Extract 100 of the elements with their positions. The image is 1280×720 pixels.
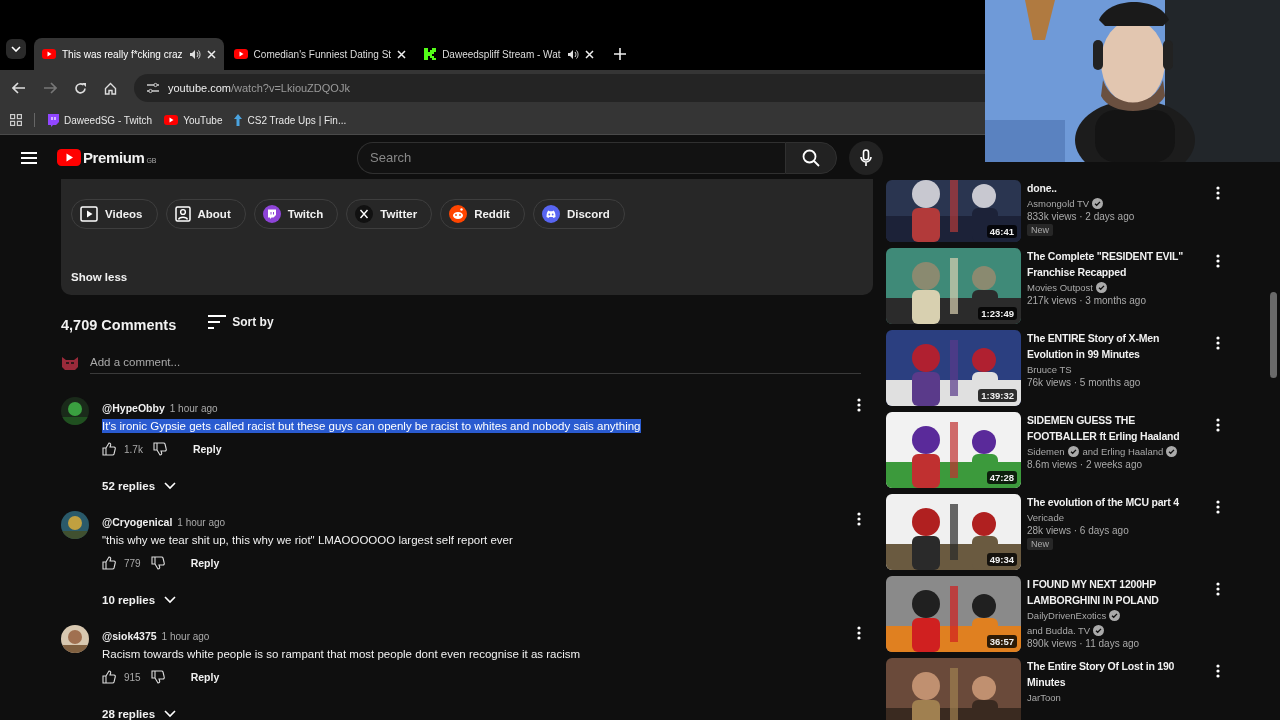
replies-toggle[interactable]: 10 replies xyxy=(102,594,177,606)
video-duration: 47:28 xyxy=(986,471,1017,484)
speaker-icon[interactable] xyxy=(188,48,201,60)
video-title[interactable]: SIDEMEN GUESS THE FOOTBALLER ft Erling Haaland xyxy=(1027,412,1200,444)
channel-name[interactable]: Vericade xyxy=(1027,512,1064,523)
comment-text: Racism towards white people is so rampant that most people dont even recognise it as racism xyxy=(102,647,581,661)
thumbs-up-icon[interactable] xyxy=(102,556,116,570)
site-settings-icon[interactable] xyxy=(146,82,160,94)
video-duration: 1:23:49 xyxy=(978,307,1017,320)
play-logo-icon xyxy=(57,149,81,166)
site-icon xyxy=(424,48,437,60)
video-title[interactable]: I FOUND MY NEXT 1200HP LAMBORGHINI IN POLAND xyxy=(1027,576,1200,608)
speaker-icon[interactable] xyxy=(566,48,579,60)
more-options-icon[interactable] xyxy=(857,512,861,526)
channel-link-button[interactable]: Reddit xyxy=(440,199,525,229)
video-stats: 8.6m views · 2 weeks ago xyxy=(1027,459,1143,470)
thumbs-up-icon[interactable] xyxy=(102,670,116,684)
controller-icon xyxy=(541,205,560,223)
forward-icon[interactable] xyxy=(43,82,57,94)
apps-grid-icon[interactable] xyxy=(10,114,22,126)
comment-time: 1 hour ago xyxy=(177,517,226,528)
menu-icon[interactable] xyxy=(21,151,37,164)
more-options-icon[interactable] xyxy=(1216,186,1220,200)
comment-time: 1 hour ago xyxy=(169,403,218,414)
reply-button[interactable]: Reply xyxy=(174,443,230,455)
video-title[interactable]: The evolution of the MCU part 4 xyxy=(1027,494,1179,510)
channel-name[interactable]: and Budda. TV xyxy=(1027,625,1091,636)
close-icon[interactable] xyxy=(397,49,407,59)
browser-tab[interactable]: This was really f*cking craz xyxy=(34,38,224,70)
more-options-icon[interactable] xyxy=(1216,336,1220,350)
more-options-icon[interactable] xyxy=(857,398,861,412)
browser-tab[interactable]: Daweedspliff Stream - Wat xyxy=(416,38,602,70)
scrollbar-thumb[interactable] xyxy=(1270,292,1277,378)
comment-author[interactable]: @Cryogenical xyxy=(102,516,173,528)
replies-toggle[interactable]: 28 replies xyxy=(102,708,177,720)
channel-name[interactable]: Bruuce TS xyxy=(1027,364,1072,375)
new-badge: New xyxy=(1027,538,1053,550)
tab-title: This was really f*cking craz xyxy=(62,48,183,60)
play-logo-icon xyxy=(164,115,179,125)
more-options-icon[interactable] xyxy=(1216,500,1220,514)
reply-button[interactable]: Reply xyxy=(172,557,228,569)
video-title[interactable]: done.. xyxy=(1027,180,1057,196)
reload-icon[interactable] xyxy=(74,81,87,95)
channel-name[interactable]: Asmongold TV xyxy=(1027,198,1090,209)
close-icon[interactable] xyxy=(206,49,216,59)
video-title[interactable]: The Entire Story Of Lost in 190 Minutes xyxy=(1027,658,1200,690)
sort-button[interactable]: Sort by xyxy=(208,315,274,329)
person-icon xyxy=(174,206,191,222)
chat-bubble-icon xyxy=(262,205,281,223)
channel-link-button[interactable]: Twitch xyxy=(253,199,339,229)
channel-name[interactable]: JarToon xyxy=(1027,692,1061,703)
new-tab-icon[interactable] xyxy=(613,48,626,60)
more-options-icon[interactable] xyxy=(1216,418,1220,432)
more-options-icon[interactable] xyxy=(857,626,861,640)
thumbs-down-icon[interactable] xyxy=(152,442,167,456)
thumbs-up-icon[interactable] xyxy=(102,442,116,456)
more-options-icon[interactable] xyxy=(1216,254,1220,268)
comment-input-field[interactable]: Add a comment... xyxy=(90,351,861,374)
comment-author[interactable]: @siok4375 xyxy=(102,630,157,642)
chevron-down-icon xyxy=(164,596,177,604)
video-title[interactable]: The ENTIRE Story of X-Men Evolution in 99 Minutes xyxy=(1027,330,1200,362)
more-options-icon[interactable] xyxy=(1216,664,1220,678)
video-title[interactable]: The Complete "RESIDENT EVIL" Franchise Recapped xyxy=(1027,248,1200,280)
tab-title: Comedian's Funniest Dating St xyxy=(253,48,392,60)
bookmark[interactable]: CS2 Trade Ups | Fin... xyxy=(234,114,347,126)
thumbs-down-icon[interactable] xyxy=(150,670,165,684)
microphone-button[interactable] xyxy=(849,140,883,175)
channel-name[interactable]: Movies Outpost xyxy=(1027,282,1093,293)
comment-time: 1 hour ago xyxy=(161,631,210,642)
home-icon[interactable] xyxy=(104,81,117,95)
tab-search-button[interactable] xyxy=(6,39,26,59)
thumbs-down-icon[interactable] xyxy=(150,556,165,570)
reply-button[interactable]: Reply xyxy=(172,671,228,683)
bookmark[interactable]: YouTube xyxy=(164,114,223,126)
comment-author[interactable]: @HypeObby xyxy=(102,402,165,414)
comment-count: 4,709 Comments xyxy=(61,317,177,333)
chat-bubble-icon xyxy=(47,113,59,127)
replies-toggle[interactable]: 52 replies xyxy=(102,480,177,492)
search-field[interactable]: Search xyxy=(357,141,785,174)
show-less-button[interactable]: Show less xyxy=(71,271,128,283)
like-count: 915 xyxy=(124,671,141,683)
more-options-icon[interactable] xyxy=(1216,582,1220,596)
channel-link-button[interactable]: Discord xyxy=(532,199,625,229)
back-icon[interactable] xyxy=(12,82,26,94)
channel-name[interactable]: Sidemen xyxy=(1027,446,1065,457)
new-badge: New xyxy=(1027,224,1053,236)
video-stats: 217k views · 3 months ago xyxy=(1027,295,1146,306)
channel-link-button[interactable]: Videos xyxy=(71,199,158,229)
avatar-icon xyxy=(61,354,79,371)
address-bar[interactable]: youtube.com/watch?v=LkiouZDQOJk xyxy=(134,74,985,102)
channel-name[interactable]: and Erling Haaland xyxy=(1082,446,1164,457)
channel-link-button[interactable]: Twitter xyxy=(346,199,433,229)
close-icon[interactable] xyxy=(584,49,594,59)
bookmark[interactable]: DaweedSG - Twitch xyxy=(47,113,153,127)
video-duration: 49:34 xyxy=(986,553,1017,566)
play-logo-icon xyxy=(233,49,248,59)
channel-name[interactable]: DailyDrivenExotics xyxy=(1027,610,1107,621)
search-button[interactable] xyxy=(785,141,837,174)
channel-link-button[interactable]: About xyxy=(165,199,246,229)
browser-tab[interactable]: Comedian's Funniest Dating St xyxy=(225,38,415,70)
